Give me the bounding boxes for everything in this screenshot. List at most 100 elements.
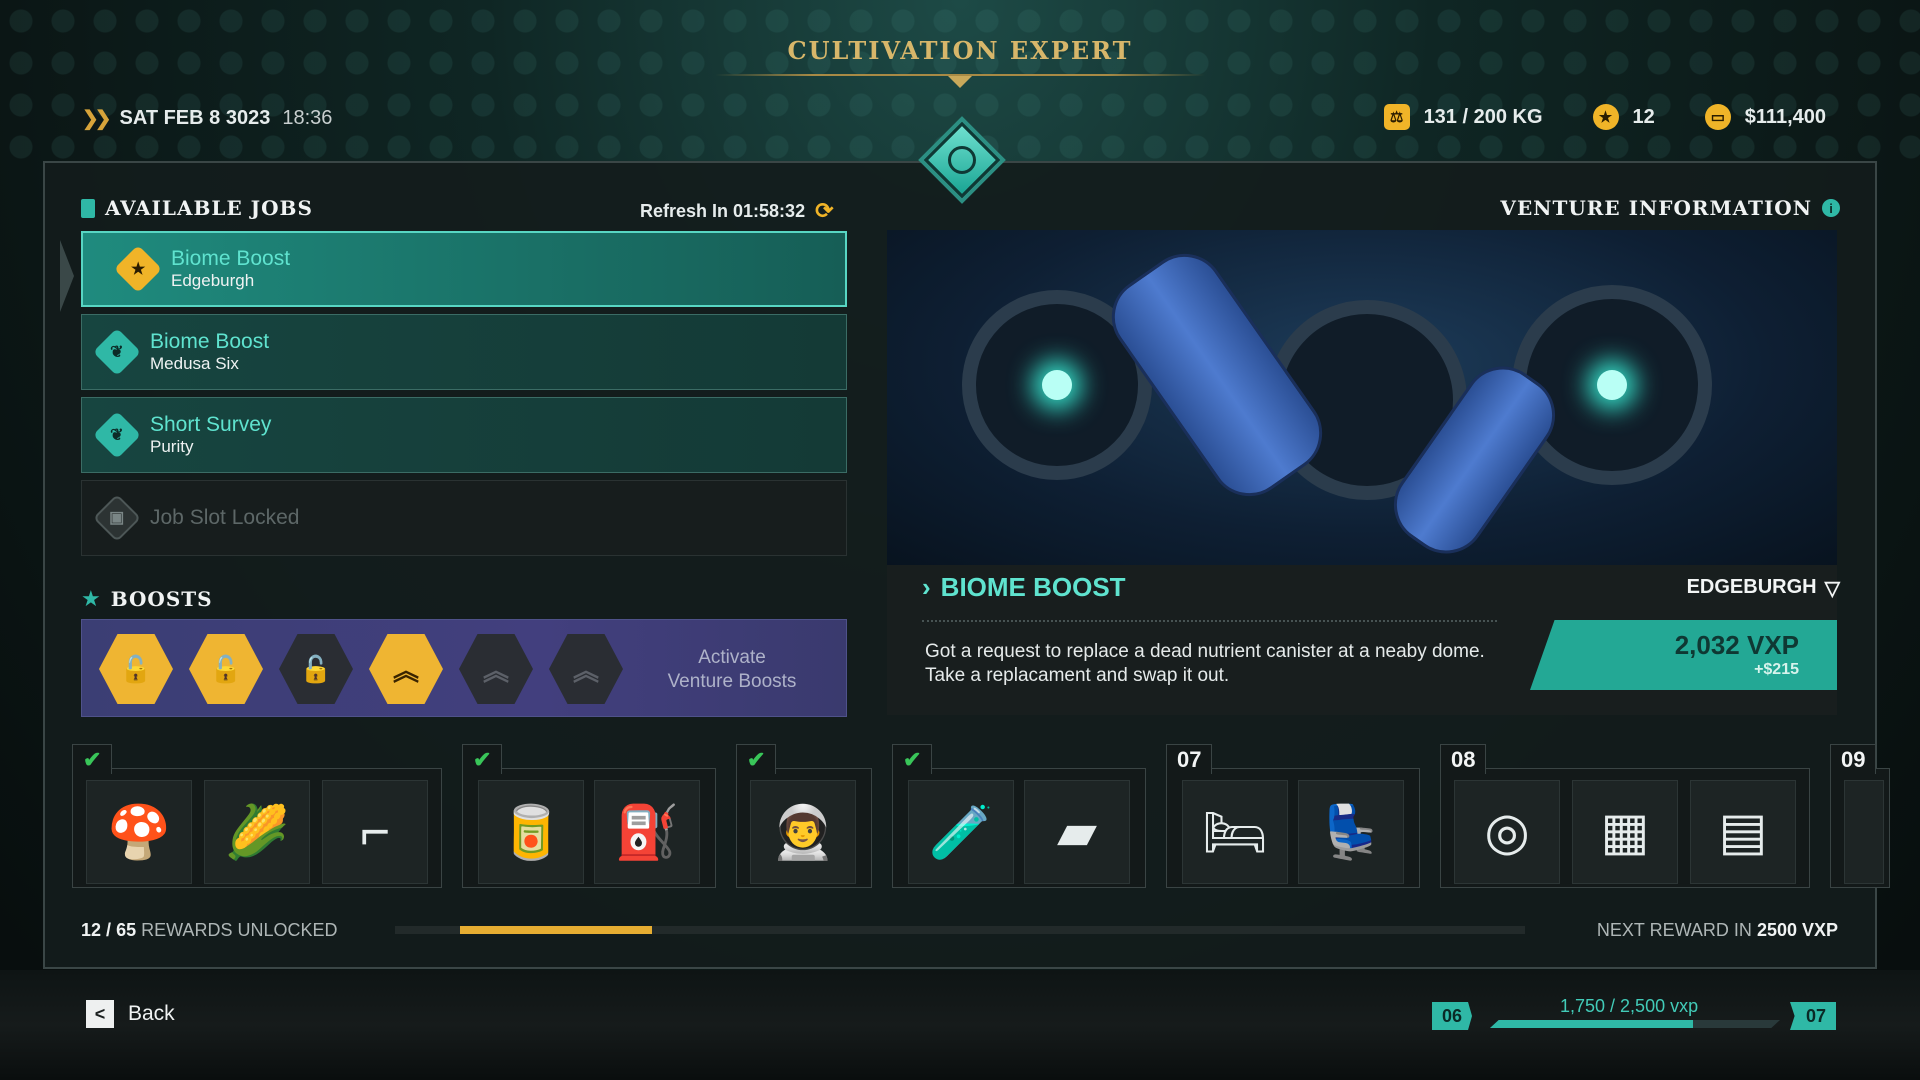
- venture-location-text: EDGEBURGH: [1686, 576, 1817, 598]
- job-title: Biome Boost: [150, 330, 270, 353]
- chevron-right-icon: ›: [922, 572, 931, 602]
- credit-icon: ▭: [1704, 104, 1731, 130]
- time-text: 18:36: [282, 107, 333, 129]
- job-item-biome-boost-edgeburgh[interactable]: ★ Biome Boost Edgeburgh: [81, 231, 847, 307]
- reward-item-energy-can[interactable]: 🥫: [478, 780, 584, 884]
- tier-checkmark-icon: ✔: [72, 744, 113, 774]
- xp-progress-bar: [1490, 1020, 1780, 1028]
- level-next: 07: [1790, 1002, 1837, 1030]
- tier-label: 07: [1166, 744, 1213, 774]
- venture-image: [887, 230, 1837, 565]
- rewards-progress-fill: [460, 926, 652, 934]
- weight-value: 131 / 200 KG: [1423, 105, 1543, 128]
- reward-tier: ✔ 🥫 ⛽: [462, 744, 716, 894]
- jobs-title: AVAILABLE JOBS: [105, 196, 313, 220]
- job-item-short-survey-purity[interactable]: ❦ Short Survey Purity: [81, 397, 847, 473]
- job-location: Purity: [150, 437, 194, 456]
- venture-name: BIOME BOOST: [940, 572, 1126, 602]
- star-icon: ★: [81, 586, 101, 611]
- reward-item-partial[interactable]: [1844, 780, 1884, 884]
- double-chevron-icon: ❯❯: [82, 108, 111, 130]
- reward-item-fuel-canister[interactable]: ⛽: [594, 780, 700, 884]
- stars-value: 12: [1632, 105, 1655, 128]
- reward-item-pilot-seat[interactable]: 💺: [1298, 780, 1404, 884]
- venture-divider: [922, 620, 1497, 622]
- reward-item-nutrient-canister[interactable]: 🧪: [908, 780, 1014, 884]
- screen-title: CULTIVATION EXPERT: [787, 36, 1133, 65]
- activate-label-1: Activate: [698, 647, 766, 668]
- tier-label: 09: [1830, 744, 1877, 774]
- reward-tier: 09: [1830, 744, 1890, 894]
- reward-item-pipe-panel[interactable]: ⌐: [322, 780, 428, 884]
- leaf-emblem-inner: [948, 146, 976, 174]
- boost-slot-padlock-icon[interactable]: 🔓: [279, 634, 353, 704]
- reward-item-circuit-board[interactable]: ▦: [1572, 780, 1678, 884]
- refresh-timer: Refresh In 01:58:32 ⟳: [640, 198, 834, 224]
- reward-item-storage-crate[interactable]: ▤: [1690, 780, 1796, 884]
- reward-item-silver-bar[interactable]: ▰: [1024, 780, 1130, 884]
- xp-text: 1,750 / 2,500 vxp: [1560, 996, 1699, 1016]
- selected-job-marker: [60, 240, 74, 312]
- clipboard-icon: [81, 198, 95, 218]
- weight-stat: ⚖ 131 / 200 KG: [1383, 104, 1543, 130]
- leaf-icon: ❦: [92, 410, 142, 460]
- boost-slot-chevron-icon[interactable]: ︽: [369, 634, 443, 704]
- rewards-unlocked: 12 / 65 REWARDS UNLOCKED: [81, 920, 338, 940]
- money-value: $111,400: [1744, 105, 1826, 128]
- next-reward-value: 2500 VXP: [1756, 920, 1838, 940]
- reward-tier: 08 ◎ ▦ ▤: [1440, 744, 1810, 894]
- star-icon: ★: [1592, 104, 1619, 130]
- refresh-label: Refresh In 01:58:32: [640, 200, 806, 221]
- back-key-icon: <: [86, 1000, 114, 1028]
- leaf-icon: ❦: [92, 327, 142, 377]
- venture-location: EDGEBURGH ▽: [1687, 576, 1840, 601]
- boost-slot-chevron-icon[interactable]: ︽: [549, 634, 623, 704]
- reward-tier: ✔ 👨‍🚀: [736, 744, 872, 894]
- reward-item-duct-tape[interactable]: ◎: [1454, 780, 1560, 884]
- xp-progress-fill: [1490, 1020, 1693, 1028]
- boost-slot-chevron-icon[interactable]: ︽: [459, 634, 533, 704]
- stars-stat: ★ 12: [1592, 104, 1655, 130]
- date-text: SAT FEB 8 3023: [119, 107, 271, 129]
- tier-checkmark-icon: ✔: [462, 744, 503, 774]
- job-slot-locked: ▣ Job Slot Locked: [81, 480, 847, 556]
- venture-reward: 2,032 VXP +$215: [1530, 620, 1837, 690]
- job-title: Biome Boost: [171, 247, 291, 270]
- reward-tier: 07 🛏 💺: [1166, 744, 1420, 894]
- boosts-title: BOOSTS: [110, 587, 213, 611]
- boost-slot-padlock-icon[interactable]: 🔓: [189, 634, 263, 704]
- job-location: Medusa Six: [150, 354, 239, 373]
- reward-item-corn-customs-decal[interactable]: 🌽: [204, 780, 310, 884]
- money-stat: ▭ $111,400: [1704, 104, 1826, 130]
- reward-item-mushroom-shifter[interactable]: 🍄: [86, 780, 192, 884]
- boosts-heading: ★ BOOSTS: [81, 586, 213, 612]
- activate-boosts-button[interactable]: Activate Venture Boosts: [642, 646, 822, 694]
- job-title: Job Slot Locked: [150, 506, 300, 529]
- boost-slot-padlock-icon[interactable]: 🔓: [99, 634, 173, 704]
- title-arrow-icon: [948, 76, 972, 88]
- job-location: Edgeburgh: [171, 271, 255, 290]
- jobs-heading: AVAILABLE JOBS: [81, 196, 313, 220]
- reward-item-green-bed[interactable]: 🛏: [1182, 780, 1288, 884]
- level-current: 06: [1432, 1002, 1473, 1030]
- weight-icon: ⚖: [1383, 104, 1410, 130]
- reward-vxp: 2,032 VXP: [1674, 630, 1799, 660]
- job-item-biome-boost-medusa-six[interactable]: ❦ Biome Boost Medusa Six: [81, 314, 847, 390]
- back-label: Back: [128, 1002, 175, 1025]
- star-icon: ★: [113, 244, 163, 294]
- refresh-icon[interactable]: ⟳: [815, 198, 833, 224]
- reward-tier: ✔ 🧪 ▰: [892, 744, 1146, 894]
- next-reward-label: NEXT REWARD IN: [1596, 920, 1752, 940]
- tier-label: 08: [1440, 744, 1487, 774]
- reward-item-spacesuit[interactable]: 👨‍🚀: [750, 780, 856, 884]
- reward-tier: ✔ 🍄 🌽 ⌐: [72, 744, 442, 894]
- boosts-bar: 🔓 🔓 🔓 ︽ ︽ ︽ Activate Venture Boosts: [81, 619, 847, 717]
- venture-description: Got a request to replace a dead nutrient…: [925, 641, 1485, 686]
- back-button[interactable]: < Back: [86, 1000, 175, 1028]
- venture-title-heading: VENTURE INFORMATION: [1500, 196, 1812, 220]
- tier-checkmark-icon: ✔: [736, 744, 777, 774]
- job-title: Short Survey: [150, 413, 272, 436]
- venture-title: › BIOME BOOST: [922, 572, 1126, 603]
- rewards-unlocked-count: 12: [81, 920, 102, 940]
- info-icon[interactable]: i: [1822, 199, 1840, 217]
